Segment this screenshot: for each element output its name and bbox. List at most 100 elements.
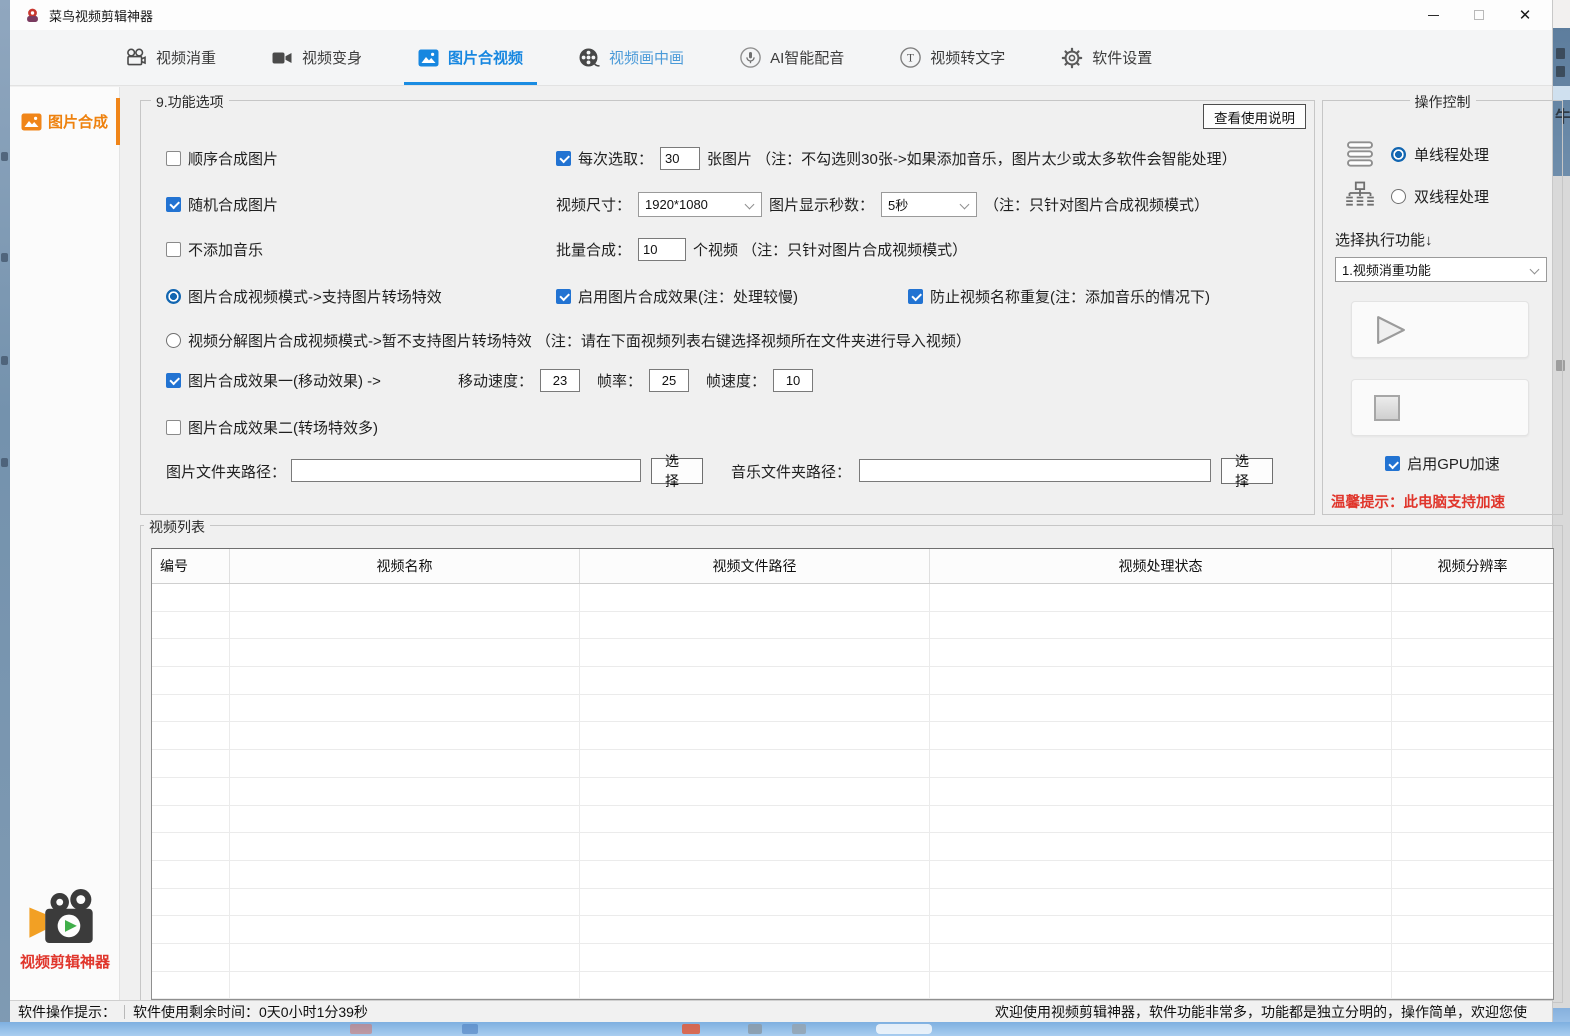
fps-input[interactable] bbox=[649, 369, 689, 392]
video-split-mode-label: 视频分解图片合成视频模式->暂不支持图片转场特效 （注：请在下面视频列表右键选择… bbox=[188, 330, 971, 351]
pick-count-input[interactable] bbox=[660, 147, 700, 170]
music-folder-input[interactable] bbox=[859, 459, 1211, 482]
stack-icon bbox=[1345, 139, 1375, 169]
help-button[interactable]: 查看使用说明 bbox=[1203, 104, 1306, 129]
table-cell bbox=[152, 667, 230, 694]
taskbar-icon-fragment bbox=[682, 1024, 700, 1034]
video-size-select[interactable]: 1920*1080 bbox=[638, 192, 762, 217]
table-row[interactable] bbox=[152, 833, 1553, 861]
table-cell bbox=[580, 972, 930, 999]
taskbar-icon-fragment bbox=[792, 1024, 806, 1034]
tab-video-dedup[interactable]: 视频消重 bbox=[125, 30, 216, 85]
table-row[interactable] bbox=[152, 916, 1553, 944]
table-row[interactable] bbox=[152, 778, 1553, 806]
effect-one-checkbox[interactable] bbox=[166, 373, 181, 388]
no-music-checkbox[interactable] bbox=[166, 242, 181, 257]
dual-thread-radio[interactable] bbox=[1391, 189, 1406, 204]
column-header-resolution[interactable]: 视频分辨率 bbox=[1392, 549, 1553, 583]
desktop-icon-fragment bbox=[1, 458, 8, 467]
start-button[interactable] bbox=[1351, 301, 1529, 358]
tab-ai-dubbing[interactable]: AI智能配音 bbox=[740, 30, 844, 85]
table-cell bbox=[1392, 639, 1553, 666]
table-row[interactable] bbox=[152, 722, 1553, 750]
video-table[interactable]: 编号 视频名称 视频文件路径 视频处理状态 视频分辨率 bbox=[151, 548, 1554, 1000]
function-select-label-row: 选择执行功能↓ bbox=[1335, 229, 1433, 250]
maximize-button[interactable] bbox=[1456, 0, 1502, 30]
batch-count-input[interactable] bbox=[638, 238, 686, 261]
table-cell bbox=[1392, 750, 1553, 777]
function-select[interactable]: 1.视频消重功能 bbox=[1335, 257, 1547, 282]
play-icon bbox=[1374, 315, 1408, 345]
image-icon bbox=[418, 49, 439, 67]
table-cell bbox=[230, 695, 580, 722]
table-cell bbox=[1392, 972, 1553, 999]
seconds-value: 5秒 bbox=[888, 195, 908, 214]
table-cell bbox=[580, 695, 930, 722]
table-row[interactable] bbox=[152, 889, 1553, 917]
close-button[interactable]: ✕ bbox=[1502, 0, 1548, 30]
effect-two-checkbox[interactable] bbox=[166, 420, 181, 435]
image-folder-input[interactable] bbox=[291, 459, 641, 482]
single-thread-radio[interactable] bbox=[1391, 147, 1406, 162]
table-cell bbox=[930, 806, 1392, 833]
table-cell bbox=[1392, 667, 1553, 694]
table-cell bbox=[230, 833, 580, 860]
video-split-mode-radio[interactable] bbox=[166, 333, 181, 348]
minimize-button[interactable] bbox=[1410, 0, 1456, 30]
no-music-label: 不添加音乐 bbox=[188, 239, 263, 260]
table-cell bbox=[230, 722, 580, 749]
table-cell bbox=[230, 861, 580, 888]
table-cell bbox=[1392, 944, 1553, 971]
sidebar-item-image-compose[interactable]: 图片合成 bbox=[10, 98, 120, 145]
table-row[interactable] bbox=[152, 639, 1553, 667]
column-header-path[interactable]: 视频文件路径 bbox=[580, 549, 930, 583]
batch-label: 批量合成： bbox=[556, 239, 631, 260]
gpu-checkbox[interactable] bbox=[1385, 456, 1400, 471]
image-video-mode-radio[interactable] bbox=[166, 289, 181, 304]
table-cell bbox=[580, 916, 930, 943]
tab-video-to-text[interactable]: T 视频转文字 bbox=[900, 30, 1005, 85]
column-header-status[interactable]: 视频处理状态 bbox=[930, 549, 1392, 583]
options-row: 随机合成图片 视频尺寸： 1920*1080 图片显示秒数： 5秒 （注：只针对… bbox=[166, 191, 1306, 217]
network-tree-icon bbox=[1345, 181, 1375, 211]
column-header-name[interactable]: 视频名称 bbox=[230, 549, 580, 583]
image-folder-choose-button[interactable]: 选择 bbox=[651, 458, 703, 484]
table-cell bbox=[1392, 806, 1553, 833]
table-cell bbox=[930, 972, 1392, 999]
table-row[interactable] bbox=[152, 667, 1553, 695]
frame-speed-input[interactable] bbox=[773, 369, 813, 392]
table-row[interactable] bbox=[152, 695, 1553, 723]
table-row[interactable] bbox=[152, 861, 1553, 889]
table-row[interactable] bbox=[152, 612, 1553, 640]
seconds-select[interactable]: 5秒 bbox=[881, 192, 977, 217]
tab-video-pip[interactable]: 视频画中画 bbox=[579, 30, 684, 85]
music-folder-choose-button[interactable]: 选择 bbox=[1221, 458, 1273, 484]
film-reel-icon bbox=[579, 48, 600, 68]
table-row[interactable] bbox=[152, 750, 1553, 778]
sequential-compose-checkbox[interactable] bbox=[166, 151, 181, 166]
control-panel-legend: 操作控制 bbox=[1410, 92, 1476, 112]
table-row[interactable] bbox=[152, 944, 1553, 972]
table-cell bbox=[152, 944, 230, 971]
unique-name-checkbox[interactable] bbox=[908, 289, 923, 304]
video-table-body[interactable] bbox=[152, 584, 1553, 999]
taskbar-icon-fragment bbox=[350, 1024, 372, 1034]
random-compose-checkbox[interactable] bbox=[166, 197, 181, 212]
table-row[interactable] bbox=[152, 806, 1553, 834]
table-cell bbox=[580, 889, 930, 916]
taskbar-icon-fragment bbox=[462, 1024, 478, 1034]
stop-button[interactable] bbox=[1351, 379, 1529, 436]
status-welcome-text: 欢迎使用视频剪辑神器，软件功能非常多，功能都是独立分明的，操作简单，欢迎您使 bbox=[995, 1002, 1527, 1022]
table-cell bbox=[580, 750, 930, 777]
table-row[interactable] bbox=[152, 584, 1553, 612]
tab-settings[interactable]: 软件设置 bbox=[1061, 30, 1152, 85]
move-speed-input[interactable] bbox=[540, 369, 580, 392]
tab-image-to-video[interactable]: 图片合视频 bbox=[418, 30, 523, 85]
table-cell bbox=[152, 861, 230, 888]
table-row[interactable] bbox=[152, 972, 1553, 999]
enable-effect-checkbox[interactable] bbox=[556, 289, 571, 304]
table-cell bbox=[580, 584, 930, 611]
pick-count-checkbox[interactable] bbox=[556, 151, 571, 166]
column-header-id[interactable]: 编号 bbox=[152, 549, 230, 583]
tab-video-transform[interactable]: 视频变身 bbox=[272, 30, 362, 85]
